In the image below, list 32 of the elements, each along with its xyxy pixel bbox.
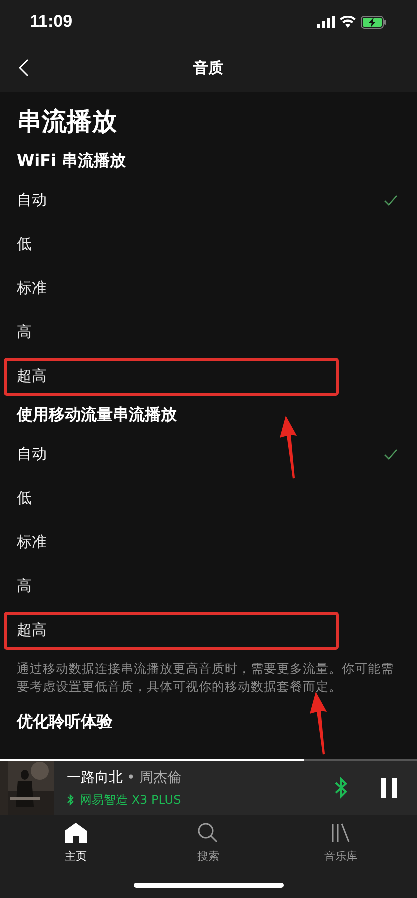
quality-option[interactable]: 高 xyxy=(17,320,32,344)
bluetooth-icon xyxy=(67,794,74,806)
home-icon xyxy=(65,823,88,843)
quality-option[interactable]: 超高 xyxy=(17,618,47,642)
quality-option[interactable]: 高 xyxy=(17,574,32,598)
info-note: 通过移动数据连接串流播放更高音质时，需要更多流量。你可能需要考虑设置更低音质，具体可视你的移动数据套餐而定。 xyxy=(17,660,395,696)
signal-icon xyxy=(317,16,335,28)
tab-item[interactable]: 搜索 xyxy=(168,823,248,866)
quality-option[interactable]: 标准 xyxy=(17,530,47,554)
section-heading: WiFi 串流播放 xyxy=(17,150,128,172)
search-icon xyxy=(198,823,218,843)
artist-name: 周杰倫 xyxy=(139,768,182,788)
screen-title: 音质 xyxy=(194,58,224,79)
quality-option[interactable]: 低 xyxy=(17,486,32,510)
page-heading: 串流播放 xyxy=(17,106,118,138)
wifi-icon xyxy=(340,16,356,28)
separator-dot: • xyxy=(127,768,136,788)
library-icon xyxy=(330,823,351,843)
quality-option[interactable]: 低 xyxy=(17,232,32,256)
quality-option[interactable]: 超高 xyxy=(17,364,47,388)
battery-charging-icon xyxy=(361,16,387,28)
pause-button[interactable] xyxy=(379,777,399,799)
section-heading: 优化聆听体验 xyxy=(17,711,114,733)
device-name: 网易智造 X3 PLUS xyxy=(80,792,182,808)
section-heading: 使用移动流量串流播放 xyxy=(17,404,178,426)
quality-option[interactable]: 自动 xyxy=(17,442,47,466)
status-time: 11:09 xyxy=(30,11,73,34)
quality-option[interactable]: 标准 xyxy=(17,276,47,300)
track-title: 一路向北 xyxy=(67,768,123,788)
quality-option[interactable]: 自动 xyxy=(17,188,47,212)
tab-item[interactable]: 主页 xyxy=(36,823,116,866)
tab-item[interactable]: 音乐库 xyxy=(300,823,381,866)
